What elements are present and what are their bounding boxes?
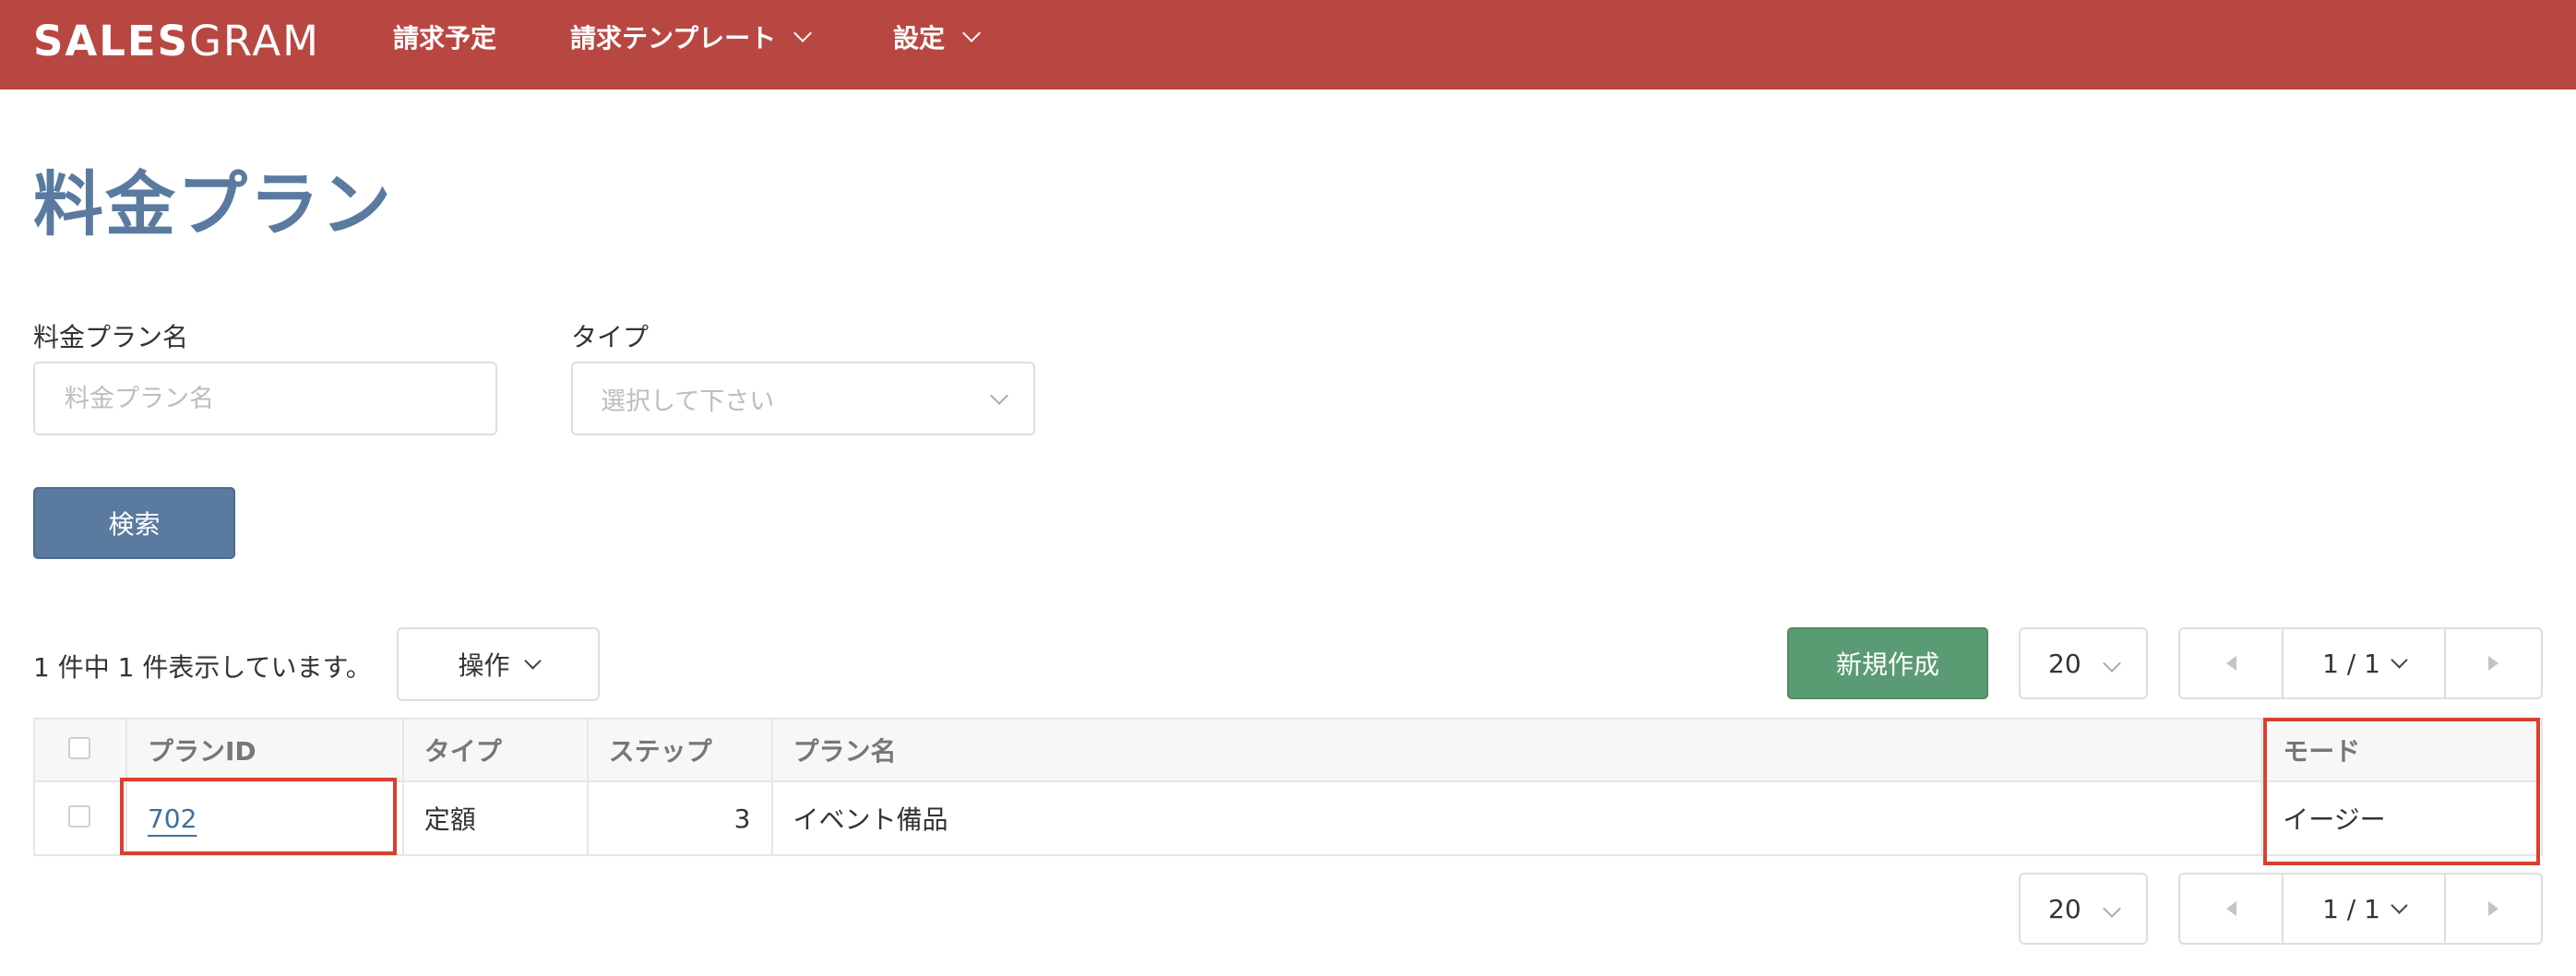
step-cell: 3 [586,780,773,856]
bottom-next-page-button[interactable] [2446,875,2541,943]
top-navbar: SALES GRAM 請求予定 請求テンプレート 設定 [0,0,2576,89]
page-title: 料金プラン [33,163,393,245]
nav-billing-template[interactable]: 請求テンプレート [570,0,813,73]
caret-left-icon [2225,656,2236,671]
row-checkbox[interactable] [68,804,91,827]
prev-page-button[interactable] [2180,629,2284,697]
plans-table: プランID タイプ ステップ プラン名 モード 702 定額 3 イベント備品 … [33,718,2543,856]
type-cell: 定額 [401,780,589,856]
nav-billing-template-label: 請求テンプレート [570,22,777,54]
type-label: タイプ [571,322,650,352]
mode-cell: イージー [2260,780,2543,856]
row-select-cell [33,780,127,856]
plan-id-link[interactable]: 702 [148,803,197,834]
actions-dropdown-button[interactable]: 操作 [397,627,600,701]
actions-label: 操作 [458,650,510,681]
next-page-button[interactable] [2446,629,2541,697]
bottom-page-label: 1 / 1 [2322,893,2380,924]
plan-name-cell: イベント備品 [770,780,2263,856]
col-type[interactable]: タイプ [401,718,589,782]
select-all-cell [33,718,127,782]
plan-name-label: 料金プラン名 [33,322,189,352]
bottom-per-page-value: 20 [2048,893,2081,924]
plan-id-cell: 702 [125,780,404,856]
col-step[interactable]: ステップ [586,718,773,782]
chevron-down-icon [2103,899,2121,918]
top-pagination: 1 / 1 [2178,627,2543,699]
col-plan-name[interactable]: プラン名 [770,718,2263,782]
salesgram-logo[interactable]: SALES GRAM [33,13,320,68]
nav-settings-label: 設定 [893,22,946,54]
plan-name-field[interactable] [33,362,497,435]
result-count-text: 1 件中 1 件表示しています。 [33,652,372,683]
chevron-down-icon [2391,650,2408,669]
chevron-down-icon [523,651,542,670]
chevron-down-icon [2103,654,2121,672]
chevron-down-icon [990,387,1008,405]
bottom-pagination: 1 / 1 [2178,873,2543,945]
col-mode[interactable]: モード [2260,718,2543,782]
type-select[interactable]: 選択して下さい [571,362,1035,435]
caret-right-icon [2488,901,2498,916]
logo-light-text: GRAM [189,16,320,65]
bottom-page-select[interactable]: 1 / 1 [2284,875,2446,943]
plan-name-input[interactable] [63,383,495,414]
caret-right-icon [2488,656,2498,671]
nav-billing-schedule[interactable]: 請求予定 [393,0,496,73]
per-page-value: 20 [2048,648,2081,679]
page-label: 1 / 1 [2322,648,2380,679]
nav-billing-schedule-label: 請求予定 [393,22,497,54]
page-select[interactable]: 1 / 1 [2284,629,2446,697]
bottom-per-page-select[interactable]: 20 [2019,873,2148,945]
nav-settings[interactable]: 設定 [893,0,981,73]
bottom-prev-page-button[interactable] [2180,875,2284,943]
caret-left-icon [2225,901,2236,916]
select-all-checkbox[interactable] [68,736,91,759]
logo-bold-text: SALES [33,16,190,65]
per-page-select[interactable]: 20 [2019,627,2148,699]
chevron-down-icon [793,23,813,42]
create-new-button[interactable]: 新規作成 [1787,627,1988,699]
chevron-down-icon [962,23,981,42]
table-header-row: プランID タイプ ステップ プラン名 モード [33,718,2543,782]
col-plan-id[interactable]: プランID [125,718,404,782]
chevron-down-icon [2391,896,2408,914]
table-row: 702 定額 3 イベント備品 イージー [33,780,2543,856]
search-button[interactable]: 検索 [33,487,235,559]
type-select-placeholder: 選択して下さい [601,387,775,416]
